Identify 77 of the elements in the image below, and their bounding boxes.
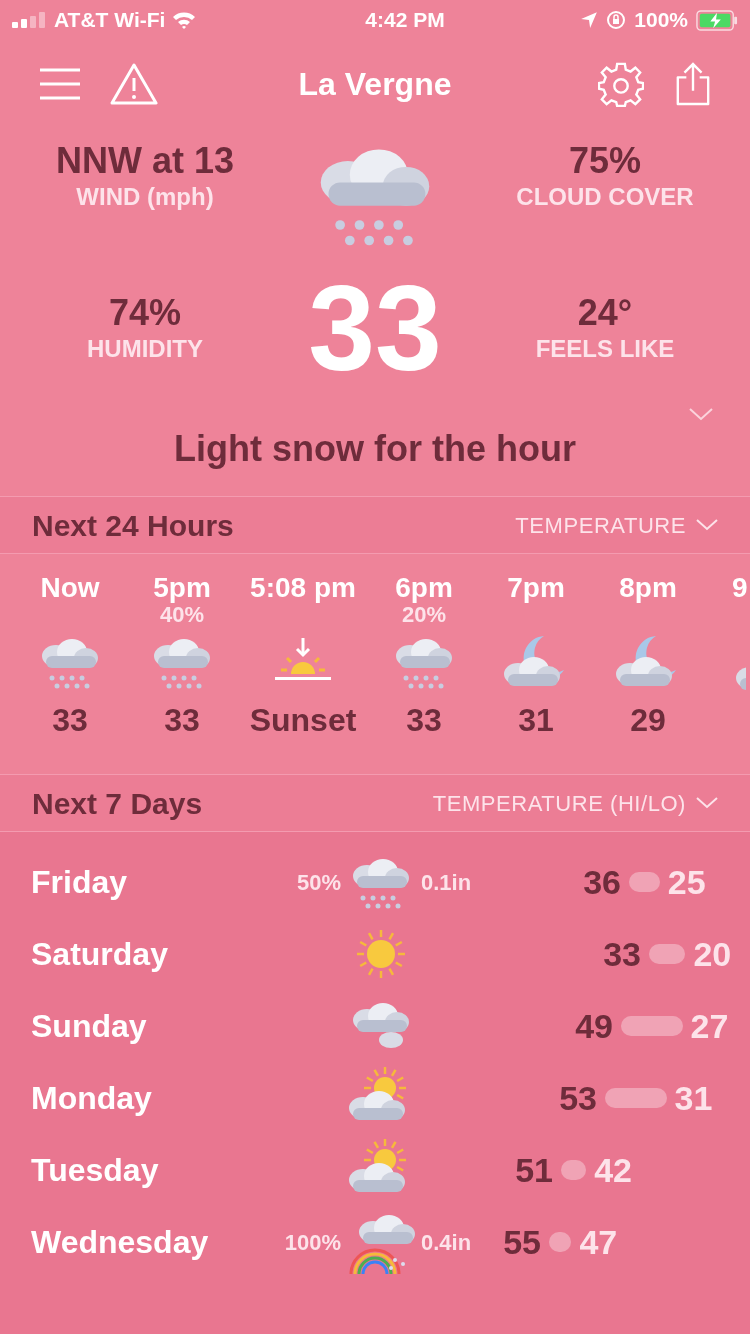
hour-label: 9 <box>732 572 748 604</box>
chevron-down-icon <box>696 797 718 809</box>
humidity-label: HUMIDITY <box>87 334 203 364</box>
hour-label: 6pm <box>395 572 453 604</box>
hour-label: 5:08 pm <box>250 572 356 604</box>
precip-chance: 50% <box>296 869 341 895</box>
battery-percent-text: 100% <box>634 7 688 34</box>
day-label: Wednesday <box>31 1223 210 1262</box>
hourly-metric-selector[interactable]: TEMPERATURE <box>515 508 718 542</box>
feels-like-value: 24° <box>577 292 633 334</box>
high-temperature: 33 <box>602 933 641 975</box>
hour-label: 8pm <box>619 572 677 604</box>
hour-temperature: 29 <box>630 701 666 740</box>
wifi-icon <box>171 11 198 29</box>
battery-charging-icon <box>696 9 738 31</box>
day-label: Tuesday <box>31 1151 160 1190</box>
location-title: La Vergne <box>297 65 453 104</box>
low-temperature: 20 <box>693 933 732 975</box>
menu-button[interactable] <box>38 67 82 101</box>
wind-label: WIND (mph) <box>76 182 214 212</box>
low-temperature: 25 <box>667 861 706 903</box>
high-temperature: 53 <box>558 1077 597 1119</box>
menu-icon <box>38 67 82 101</box>
location-arrow-icon <box>580 11 599 29</box>
daily-metric-selector[interactable]: TEMPERATURE (HI/LO) <box>432 786 718 820</box>
temperature-range-bar <box>549 1232 572 1252</box>
hour-label: Now <box>40 572 100 604</box>
share-button[interactable] <box>674 62 712 106</box>
temperature-range-bar <box>629 872 660 892</box>
hour-temperature: 31 <box>518 701 554 740</box>
rotation-lock-icon <box>606 10 627 30</box>
temperature-range-bar <box>621 1016 683 1036</box>
settings-button[interactable] <box>598 61 644 107</box>
day-label: Friday <box>31 863 129 902</box>
signal-icon <box>12 12 48 28</box>
precip-chance: 40% <box>159 604 204 626</box>
precip-chance: 100% <box>284 1229 341 1255</box>
weather-summary: Light snow for the hour <box>173 427 577 471</box>
settings-icon <box>598 61 644 107</box>
precip-amount: 0.1in <box>421 869 472 895</box>
high-temperature: 36 <box>582 861 621 903</box>
day-label: Saturday <box>31 935 169 974</box>
hour-label: 5pm <box>153 572 211 604</box>
low-temperature: 31 <box>674 1077 713 1119</box>
humidity-value: 74% <box>108 292 182 334</box>
carrier-text: AT&T Wi-Fi <box>54 7 166 34</box>
precip-amount: 0.4in <box>421 1229 472 1255</box>
temperature-range-bar <box>605 1088 667 1108</box>
sunset-label: Sunset <box>249 701 357 740</box>
chevron-down-icon <box>688 407 714 421</box>
high-temperature: 49 <box>574 1005 613 1047</box>
low-temperature: 42 <box>594 1149 632 1191</box>
hour-temperature: 33 <box>164 701 200 740</box>
cloud-cover-value: 75% <box>568 140 642 182</box>
section-title: Next 24 Hours <box>32 507 234 544</box>
temperature-range-bar <box>561 1160 587 1180</box>
hour-label: 7pm <box>507 572 565 604</box>
clock-text: 4:42 PM <box>364 7 446 34</box>
feels-like-label: FEELS LIKE <box>535 334 675 364</box>
current-temperature: 33 <box>308 268 442 388</box>
day-label: Sunday <box>31 1007 148 1046</box>
section-title: Next 7 Days <box>32 785 203 822</box>
high-temperature: 55 <box>502 1221 541 1263</box>
high-temperature: 51 <box>514 1149 553 1191</box>
day-label: Monday <box>31 1079 153 1118</box>
hour-temperature: 33 <box>52 701 88 740</box>
chevron-down-icon <box>696 519 718 531</box>
low-temperature: 47 <box>579 1221 618 1263</box>
cloud-cover-label: CLOUD COVER <box>516 182 694 212</box>
alerts-button[interactable] <box>110 62 158 106</box>
share-icon <box>674 62 712 106</box>
wind-value: NNW at 13 <box>56 140 234 182</box>
temperature-range-bar <box>649 944 686 964</box>
low-temperature: 27 <box>690 1005 729 1047</box>
precip-chance: 20% <box>401 604 446 626</box>
warning-icon <box>110 62 158 106</box>
hour-temperature: 33 <box>406 701 442 740</box>
